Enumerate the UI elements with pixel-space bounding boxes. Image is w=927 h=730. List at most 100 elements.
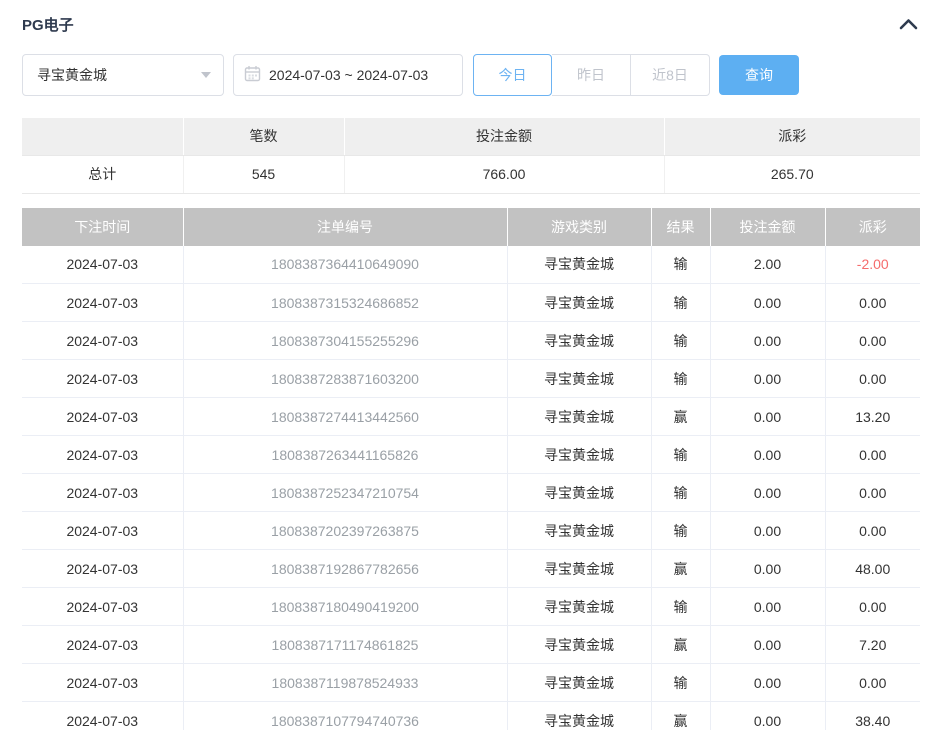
table-row: 2024-07-03 1808387274413442560 寻宝黄金城 赢 0… [22,398,920,436]
cell-payout: 0.00 [825,284,920,322]
game-select[interactable]: 寻宝黄金城 [22,54,224,96]
cell-result: 输 [651,360,710,398]
bet-records-table: 下注时间 注单编号 游戏类别 结果 投注金额 派彩 2024-07-03 180… [22,208,920,730]
cell-payout: 0.00 [825,322,920,360]
cell-order-no: 1808387119878524933 [183,664,507,702]
cell-order-no: 1808387180490419200 [183,588,507,626]
summary-header-row: 笔数 投注金额 派彩 [22,118,920,155]
cell-payout: 0.00 [825,436,920,474]
cell-bet-time: 2024-07-03 [22,588,183,626]
summary-total-count: 545 [183,155,344,193]
table-row: 2024-07-03 1808387263441165826 寻宝黄金城 输 0… [22,436,920,474]
table-row: 2024-07-03 1808387171174861825 寻宝黄金城 赢 0… [22,626,920,664]
filter-controls: 寻宝黄金城 2024-07-03 ~ 2024-07-03 [22,54,920,96]
cell-order-no: 1808387364410649090 [183,246,507,284]
cell-bet-amount: 0.00 [710,284,825,322]
cell-order-no: 1808387192867782656 [183,550,507,588]
table-row: 2024-07-03 1808387364410649090 寻宝黄金城 输 2… [22,246,920,284]
column-header-payout: 派彩 [825,208,920,246]
cell-order-no: 1808387252347210754 [183,474,507,512]
cell-bet-time: 2024-07-03 [22,626,183,664]
column-header-bet-amount: 投注金额 [710,208,825,246]
cell-result: 赢 [651,398,710,436]
cell-game-type: 寻宝黄金城 [507,284,651,322]
chevron-up-icon [899,17,918,33]
cell-bet-amount: 0.00 [710,512,825,550]
cell-bet-time: 2024-07-03 [22,436,183,474]
collapse-button[interactable] [899,17,918,33]
summary-total-payout: 265.70 [664,155,920,193]
bet-table-header-row: 下注时间 注单编号 游戏类别 结果 投注金额 派彩 [22,208,920,246]
summary-total-row: 总计 545 766.00 265.70 [22,155,920,193]
column-header-result: 结果 [651,208,710,246]
cell-payout: 13.20 [825,398,920,436]
table-row: 2024-07-03 1808387315324686852 寻宝黄金城 输 0… [22,284,920,322]
cell-payout: 0.00 [825,474,920,512]
cell-result: 输 [651,436,710,474]
cell-result: 输 [651,512,710,550]
cell-game-type: 寻宝黄金城 [507,474,651,512]
cell-game-type: 寻宝黄金城 [507,702,651,730]
date-range-input[interactable]: 2024-07-03 ~ 2024-07-03 [233,54,463,96]
cell-order-no: 1808387283871603200 [183,360,507,398]
cell-order-no: 1808387304155255296 [183,322,507,360]
summary-total-bet-amount: 766.00 [344,155,664,193]
cell-payout: -2.00 [825,246,920,284]
cell-payout: 48.00 [825,550,920,588]
cell-game-type: 寻宝黄金城 [507,626,651,664]
table-row: 2024-07-03 1808387107794740736 寻宝黄金城 赢 0… [22,702,920,730]
cell-bet-amount: 0.00 [710,398,825,436]
summary-table: 笔数 投注金额 派彩 总计 545 766.00 265.70 [22,118,920,194]
date-range-value: 2024-07-03 ~ 2024-07-03 [269,67,428,83]
table-row: 2024-07-03 1808387283871603200 寻宝黄金城 输 0… [22,360,920,398]
cell-game-type: 寻宝黄金城 [507,664,651,702]
cell-bet-time: 2024-07-03 [22,284,183,322]
cell-result: 输 [651,664,710,702]
cell-game-type: 寻宝黄金城 [507,360,651,398]
calendar-icon [244,65,269,85]
cell-bet-amount: 0.00 [710,550,825,588]
table-row: 2024-07-03 1808387192867782656 寻宝黄金城 赢 0… [22,550,920,588]
cell-bet-amount: 0.00 [710,322,825,360]
query-button[interactable]: 查询 [719,55,799,95]
panel-header: PG电子 [22,0,920,35]
summary-total-label: 总计 [22,155,183,193]
cell-bet-amount: 0.00 [710,664,825,702]
cell-result: 输 [651,588,710,626]
cell-bet-time: 2024-07-03 [22,398,183,436]
caret-down-icon [201,72,211,78]
column-header-order-no: 注单编号 [183,208,507,246]
column-header-game-type: 游戏类别 [507,208,651,246]
cell-bet-amount: 0.00 [710,626,825,664]
cell-bet-amount: 0.00 [710,436,825,474]
today-button[interactable]: 今日 [473,54,552,96]
cell-result: 输 [651,246,710,284]
cell-payout: 0.00 [825,664,920,702]
table-row: 2024-07-03 1808387119878524933 寻宝黄金城 输 0… [22,664,920,702]
cell-payout: 0.00 [825,588,920,626]
game-select-value: 寻宝黄金城 [37,65,107,85]
panel-title: PG电子 [22,14,74,35]
table-row: 2024-07-03 1808387304155255296 寻宝黄金城 输 0… [22,322,920,360]
table-row: 2024-07-03 1808387252347210754 寻宝黄金城 输 0… [22,474,920,512]
summary-header-count: 笔数 [183,118,344,155]
cell-result: 赢 [651,702,710,730]
last-8-days-button[interactable]: 近8日 [631,54,710,96]
cell-bet-amount: 0.00 [710,360,825,398]
cell-bet-amount: 2.00 [710,246,825,284]
cell-game-type: 寻宝黄金城 [507,550,651,588]
cell-order-no: 1808387263441165826 [183,436,507,474]
cell-bet-amount: 0.00 [710,702,825,730]
column-header-bet-time: 下注时间 [22,208,183,246]
cell-game-type: 寻宝黄金城 [507,512,651,550]
cell-game-type: 寻宝黄金城 [507,246,651,284]
yesterday-button[interactable]: 昨日 [552,54,631,96]
cell-payout: 0.00 [825,512,920,550]
cell-order-no: 1808387171174861825 [183,626,507,664]
summary-header-bet-amount: 投注金额 [344,118,664,155]
cell-result: 输 [651,322,710,360]
cell-bet-time: 2024-07-03 [22,246,183,284]
pg-game-panel: PG电子 寻宝黄金城 [22,0,920,730]
cell-bet-time: 2024-07-03 [22,664,183,702]
cell-bet-time: 2024-07-03 [22,512,183,550]
